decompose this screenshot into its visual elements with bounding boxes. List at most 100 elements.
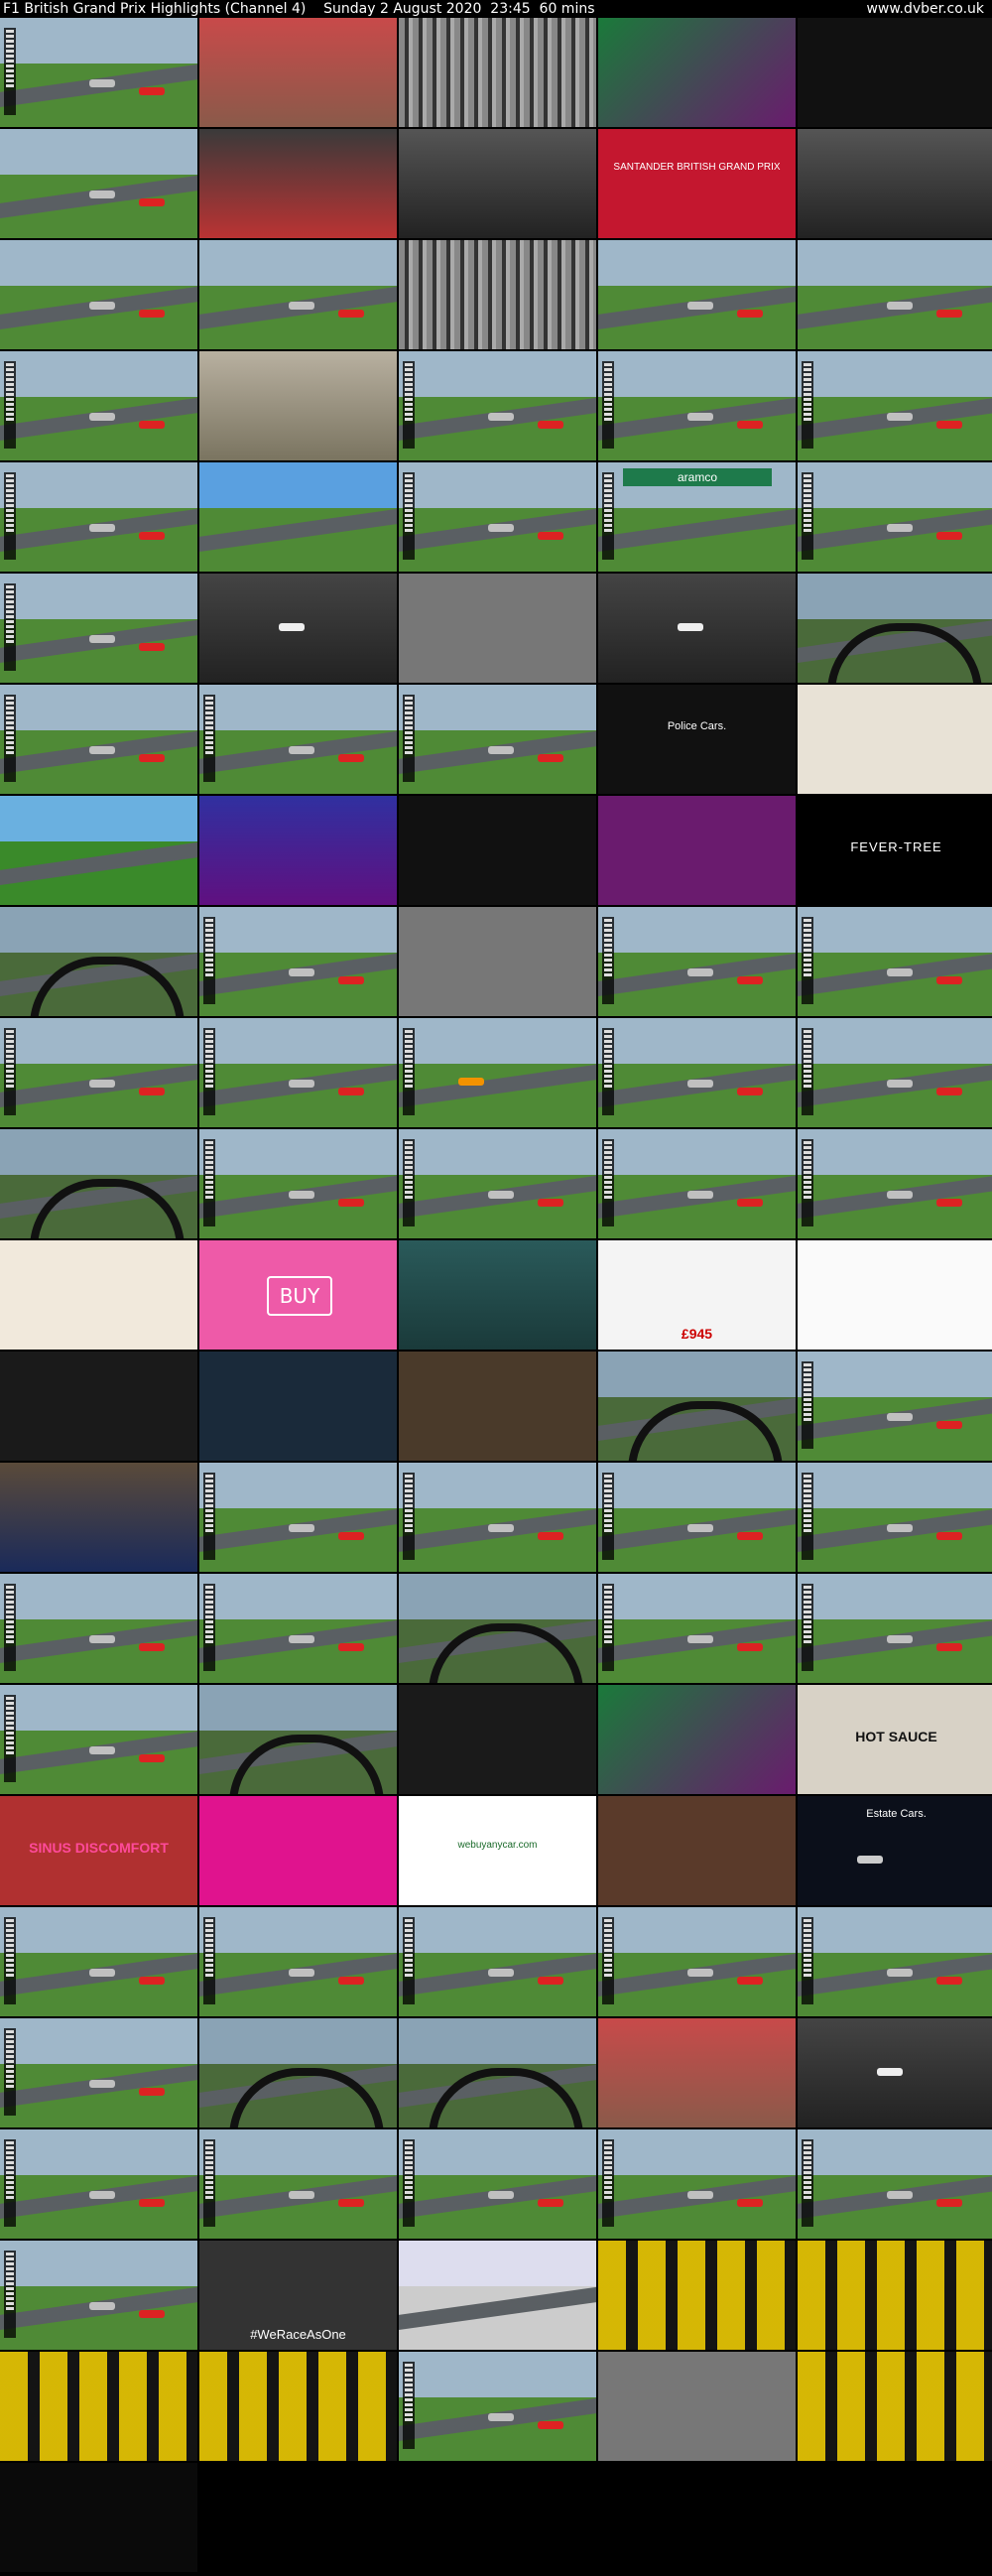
thumbnail[interactable]: SANTANDER BRITISH GRAND PRIX <box>598 129 796 238</box>
thumbnail[interactable] <box>0 796 197 905</box>
thumbnail[interactable] <box>0 907 197 1016</box>
thumbnail[interactable] <box>798 1352 992 1461</box>
thumbnail[interactable] <box>199 1463 397 1572</box>
thumbnail[interactable] <box>399 1018 596 1127</box>
thumbnail[interactable] <box>598 907 796 1016</box>
thumbnail[interactable] <box>399 240 596 349</box>
thumbnail[interactable] <box>399 462 596 572</box>
thumbnail[interactable] <box>798 2018 992 2127</box>
thumbnail[interactable] <box>399 1907 596 2016</box>
thumbnail[interactable] <box>199 1352 397 1461</box>
thumbnail[interactable] <box>399 351 596 460</box>
thumbnail[interactable] <box>199 685 397 794</box>
thumbnail[interactable] <box>798 462 992 572</box>
thumbnail[interactable] <box>199 1018 397 1127</box>
thumbnail[interactable] <box>199 2018 397 2127</box>
thumbnail[interactable] <box>598 18 796 127</box>
buy-button[interactable]: BUY <box>267 1276 332 1316</box>
thumbnail[interactable] <box>0 1574 197 1683</box>
thumbnail[interactable] <box>798 2241 992 2350</box>
thumbnail[interactable] <box>399 1574 596 1683</box>
thumbnail[interactable] <box>199 1796 397 1905</box>
thumbnail[interactable] <box>0 1018 197 1127</box>
thumbnail[interactable] <box>598 351 796 460</box>
thumbnail[interactable] <box>598 2352 796 2461</box>
thumbnail[interactable] <box>0 462 197 572</box>
site-link[interactable]: www.dvber.co.uk <box>866 0 984 18</box>
thumbnail[interactable] <box>199 796 397 905</box>
thumbnail[interactable] <box>199 574 397 683</box>
thumbnail[interactable] <box>598 2241 796 2350</box>
thumbnail[interactable] <box>0 574 197 683</box>
thumbnail[interactable]: £945 <box>598 1240 796 1350</box>
thumbnail[interactable] <box>0 1129 197 1238</box>
thumbnail[interactable] <box>199 907 397 1016</box>
thumbnail[interactable]: #WeRaceAsOne <box>199 2241 397 2350</box>
thumbnail[interactable] <box>0 1907 197 2016</box>
thumbnail[interactable] <box>598 1129 796 1238</box>
thumbnail[interactable] <box>0 2352 197 2461</box>
thumbnail[interactable] <box>598 796 796 905</box>
thumbnail[interactable] <box>798 1129 992 1238</box>
thumbnail[interactable] <box>798 18 992 127</box>
thumbnail[interactable] <box>399 1463 596 1572</box>
thumbnail[interactable] <box>798 1463 992 1572</box>
thumbnail[interactable] <box>199 2352 397 2461</box>
thumbnail[interactable] <box>598 1796 796 1905</box>
thumbnail[interactable] <box>598 1574 796 1683</box>
thumbnail[interactable]: webuyanycar.com <box>399 1796 596 1905</box>
thumbnail[interactable] <box>399 2129 596 2239</box>
thumbnail[interactable] <box>199 351 397 460</box>
thumbnail[interactable] <box>399 796 596 905</box>
thumbnail[interactable] <box>598 1907 796 2016</box>
thumbnail[interactable] <box>0 129 197 238</box>
thumbnail[interactable] <box>399 1240 596 1350</box>
thumbnail[interactable] <box>399 685 596 794</box>
thumbnail[interactable] <box>798 1907 992 2016</box>
thumbnail[interactable] <box>598 1463 796 1572</box>
thumbnail[interactable] <box>798 129 992 238</box>
thumbnail[interactable] <box>199 1574 397 1683</box>
thumbnail[interactable] <box>399 1129 596 1238</box>
thumbnail[interactable] <box>798 1240 992 1350</box>
thumbnail[interactable] <box>798 1018 992 1127</box>
thumbnail[interactable] <box>598 1685 796 1794</box>
thumbnail[interactable] <box>399 907 596 1016</box>
thumbnail[interactable] <box>199 1129 397 1238</box>
thumbnail[interactable] <box>798 685 992 794</box>
thumbnail[interactable] <box>199 462 397 572</box>
thumbnail[interactable]: FEVER-TREE <box>798 796 992 905</box>
thumbnail[interactable] <box>199 240 397 349</box>
thumbnail[interactable] <box>798 351 992 460</box>
thumbnail[interactable] <box>0 685 197 794</box>
thumbnail[interactable] <box>399 1352 596 1461</box>
thumbnail[interactable]: BUY <box>199 1240 397 1350</box>
thumbnail[interactable] <box>399 1685 596 1794</box>
thumbnail[interactable] <box>798 2129 992 2239</box>
thumbnail[interactable] <box>199 1685 397 1794</box>
thumbnail[interactable]: Estate Cars. <box>798 1796 992 1905</box>
thumbnail[interactable] <box>798 1574 992 1683</box>
thumbnail[interactable] <box>598 1018 796 1127</box>
thumbnail[interactable] <box>798 574 992 683</box>
thumbnail[interactable]: SINUS DISCOMFORT <box>0 1796 197 1905</box>
thumbnail[interactable] <box>399 2352 596 2461</box>
thumbnail[interactable] <box>0 351 197 460</box>
thumbnail[interactable] <box>0 240 197 349</box>
thumbnail[interactable] <box>598 1352 796 1461</box>
thumbnail[interactable]: Police Cars. <box>598 685 796 794</box>
thumbnail[interactable] <box>0 1685 197 1794</box>
thumbnail[interactable] <box>399 129 596 238</box>
thumbnail[interactable]: HOT SAUCE <box>798 1685 992 1794</box>
thumbnail[interactable] <box>598 240 796 349</box>
thumbnail[interactable] <box>399 574 596 683</box>
thumbnail[interactable] <box>598 2129 796 2239</box>
thumbnail[interactable] <box>399 18 596 127</box>
thumbnail[interactable] <box>199 129 397 238</box>
thumbnail[interactable] <box>399 2018 596 2127</box>
thumbnail[interactable] <box>798 240 992 349</box>
thumbnail[interactable] <box>399 2241 596 2350</box>
thumbnail[interactable] <box>0 2129 197 2239</box>
thumbnail[interactable] <box>0 2463 197 2572</box>
thumbnail[interactable] <box>0 1463 197 1572</box>
